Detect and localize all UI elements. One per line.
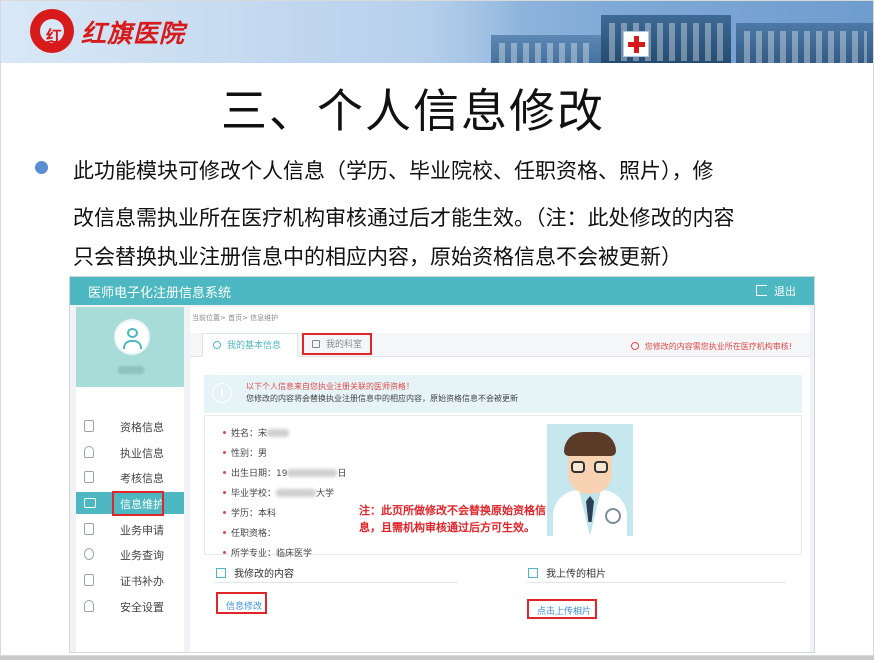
- highlight-box: [527, 599, 597, 619]
- sidebar-item-query[interactable]: 业务查询: [76, 543, 184, 565]
- avatar-name-blurred: [118, 366, 144, 374]
- slide: 红 红旗医院 三、个人信息修改 此功能模块可修改个人信息（学历、毕业院校、任职资…: [0, 0, 874, 656]
- user-icon: [213, 341, 221, 349]
- tab-bar: 我的基本信息 我的科室 您修改的内容需您执业所在医疗机构审核!: [190, 333, 810, 357]
- hospital-building-image: [491, 35, 601, 63]
- section-modified-title: 我修改的内容: [216, 565, 294, 580]
- highlight-box: [112, 491, 164, 516]
- blurred-value: [276, 489, 317, 497]
- divider: [526, 582, 786, 583]
- user-lock-icon: [84, 600, 94, 612]
- blurred-value: [287, 469, 338, 477]
- divider: [214, 582, 458, 583]
- bullet-icon: [35, 161, 48, 174]
- doctor-photo: [547, 424, 633, 536]
- app-title: 医师电子化注册信息系统: [88, 286, 232, 301]
- document-icon: [84, 471, 94, 483]
- section-photo-title: 我上传的相片: [528, 565, 606, 580]
- id-card-icon: [84, 498, 96, 508]
- red-cross-icon: [623, 31, 649, 57]
- hospital-name: 红旗医院: [81, 19, 186, 48]
- alert-line: 以下个人信息来自您执业注册关联的医师资格！: [246, 382, 414, 391]
- basic-info-panel: 姓名：宋 性别：男 出生日期：19 日 毕业学校： 大学 学历：本科 任职资格： 所…: [204, 415, 802, 559]
- paragraph-line: 此功能模块可修改个人信息（学历、毕业院校、任职资格、照片），修: [73, 159, 714, 183]
- breadcrumb: 当前位置> 首页> 信息维护: [192, 314, 279, 322]
- tab-basic-info[interactable]: 我的基本信息: [202, 333, 298, 357]
- paragraph-line: 只会替换执业注册信息中的相应内容，原始资格信息不会被更新）: [73, 245, 682, 269]
- field-gender: 性别：男: [223, 446, 267, 459]
- sidebar-item-practice[interactable]: 执业信息: [76, 441, 184, 463]
- blurred-value: [267, 429, 290, 437]
- sidebar-item-security[interactable]: 安全设置: [76, 595, 184, 617]
- doctor-avatar-icon: [114, 319, 150, 355]
- sidebar-item-certificate[interactable]: 证书补办: [76, 569, 184, 591]
- paragraph-line: 改信息需执业所在医疗机构审核通过后才能生效。（注：此处修改的内容: [73, 206, 735, 230]
- sidebar-item-qualification[interactable]: 资格信息: [76, 415, 184, 437]
- app-header: 医师电子化注册信息系统 退出: [70, 277, 814, 305]
- edit-icon: [84, 523, 94, 535]
- field-name: 姓名：宋: [223, 426, 290, 439]
- info-icon: [630, 342, 639, 350]
- image-icon: [528, 568, 538, 578]
- field-education: 学历：本科: [223, 506, 276, 519]
- logout-icon: [756, 285, 767, 296]
- app-screenshot: 医师电子化注册信息系统 退出 资格信息 执业信息 考核信息 信息维护 业务申请 …: [69, 276, 815, 653]
- hospital-banner: 红 红旗医院: [1, 1, 873, 63]
- hospital-building-image: [601, 15, 731, 63]
- tab-notice: 您修改的内容需您执业所在医疗机构审核!: [630, 341, 792, 352]
- slide-title: 三、个人信息修改: [221, 84, 605, 138]
- stethoscope-icon: [605, 508, 621, 524]
- search-icon: [84, 548, 94, 560]
- highlight-box: [302, 333, 372, 355]
- profile-area: [76, 307, 184, 387]
- hospital-building-image: [736, 23, 873, 63]
- field-birthdate: 出生日期：19 日: [223, 466, 346, 479]
- main-content: 当前位置> 首页> 信息维护 我的基本信息 我的科室 您修改的内容需您执业所在医…: [190, 307, 810, 652]
- field-qualification: 任职资格：: [223, 526, 276, 539]
- slide-edge: [0, 656, 874, 660]
- edit-icon: [216, 568, 226, 578]
- logout-button[interactable]: 退出: [756, 283, 796, 299]
- document-icon: [84, 420, 94, 432]
- headset-icon: [84, 446, 94, 458]
- sidebar-item-apply[interactable]: 业务申请: [76, 518, 184, 540]
- certificate-icon: [84, 574, 94, 586]
- sidebar: 资格信息 执业信息 考核信息 信息维护 业务申请 业务查询 证书补办 安全设置: [76, 307, 184, 652]
- alert-banner: 以下个人信息来自您执业注册关联的医师资格！ 您修改的内容将会替换执业注册信息中的…: [204, 375, 802, 413]
- highlight-box: [216, 592, 267, 614]
- sidebar-item-assessment[interactable]: 考核信息: [76, 466, 184, 488]
- alert-line: 您修改的内容将会替换执业注册信息中的相应内容，原始资格信息不会被更新: [246, 394, 518, 403]
- field-school: 毕业学校： 大学: [223, 486, 334, 499]
- hospital-logo-icon: 红: [30, 9, 74, 53]
- field-major: 所学专业：临床医学: [223, 546, 312, 559]
- info-icon: [212, 383, 232, 403]
- annotation-note: 注：此页所做修改不会替换原始资格信息，且需机构审核通过后方可生效。: [359, 504, 546, 534]
